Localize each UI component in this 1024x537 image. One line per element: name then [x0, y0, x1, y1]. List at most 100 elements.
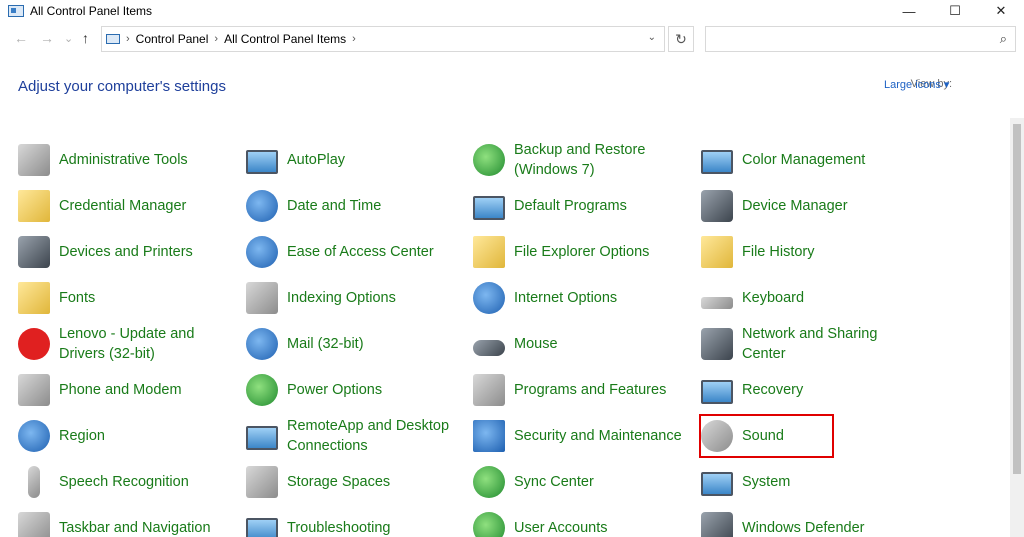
- chevron-right-icon[interactable]: ›: [352, 33, 356, 45]
- item-color-management[interactable]: Color Management: [701, 138, 922, 182]
- recovery-icon: [701, 380, 733, 404]
- item-user-accounts[interactable]: User Accounts: [473, 506, 694, 537]
- maximize-button[interactable]: ☐: [932, 0, 978, 22]
- item-label: Recovery: [742, 382, 804, 398]
- item-security-maintenance[interactable]: Security and Maintenance: [473, 414, 714, 458]
- user-accounts-icon: [473, 512, 505, 537]
- remoteapp-icon: [246, 426, 278, 450]
- item-taskbar-navigation[interactable]: Taskbar and Navigation: [18, 506, 239, 537]
- vertical-scrollbar[interactable]: [1010, 118, 1024, 537]
- item-file-history[interactable]: File History: [701, 230, 922, 274]
- item-fonts[interactable]: Fonts: [18, 276, 239, 320]
- file-history-icon: [701, 236, 733, 268]
- item-label: AutoPlay: [287, 152, 346, 168]
- search-input[interactable]: ⌕: [705, 26, 1016, 52]
- item-sync-center[interactable]: Sync Center: [473, 460, 694, 504]
- ease-of-access-icon: [246, 236, 278, 268]
- item-label: User Accounts: [514, 520, 608, 536]
- device-manager-icon: [701, 190, 733, 222]
- item-autoplay[interactable]: AutoPlay: [246, 138, 467, 182]
- item-default-programs[interactable]: Default Programs: [473, 184, 694, 228]
- sound-highlight-box: [699, 414, 834, 458]
- item-speech-recognition[interactable]: Speech Recognition: [18, 460, 239, 504]
- taskbar-navigation-icon: [18, 512, 50, 537]
- close-button[interactable]: ✕: [978, 0, 1024, 22]
- lenovo-update-icon: [18, 328, 50, 360]
- view-by-dropdown[interactable]: Large icons ▾: [884, 78, 949, 91]
- item-label: Speech Recognition: [59, 474, 189, 490]
- item-label: RemoteApp and Desktop Connections: [287, 418, 450, 454]
- up-button[interactable]: ↑: [82, 30, 89, 46]
- item-indexing-options[interactable]: Indexing Options: [246, 276, 467, 320]
- item-device-manager[interactable]: Device Manager: [701, 184, 922, 228]
- item-label: Security and Maintenance: [514, 428, 682, 444]
- item-label: Administrative Tools: [59, 152, 188, 168]
- item-internet-options[interactable]: Internet Options: [473, 276, 694, 320]
- recent-locations-button[interactable]: ⌄: [64, 32, 73, 45]
- control-panel-icon: [8, 5, 24, 17]
- item-troubleshooting[interactable]: Troubleshooting: [246, 506, 467, 537]
- item-programs-features[interactable]: Programs and Features: [473, 368, 694, 412]
- item-date-time[interactable]: Date and Time: [246, 184, 467, 228]
- address-bar[interactable]: › Control Panel › All Control Panel Item…: [101, 26, 665, 52]
- item-region[interactable]: Region: [18, 414, 239, 458]
- item-label: Backup and Restore (Windows 7): [514, 142, 646, 178]
- breadcrumb-control-panel[interactable]: Control Panel: [136, 32, 209, 46]
- item-label: Storage Spaces: [287, 474, 391, 490]
- autoplay-icon: [246, 150, 278, 174]
- mouse-icon: [473, 340, 505, 356]
- chevron-down-icon[interactable]: ⌄: [648, 32, 656, 43]
- item-file-explorer-options[interactable]: File Explorer Options: [473, 230, 694, 274]
- item-system[interactable]: System: [701, 460, 922, 504]
- navigation-bar: ← → ⌄ ↑ › Control Panel › All Control Pa…: [0, 24, 1024, 56]
- item-label: Color Management: [742, 152, 866, 168]
- item-administrative-tools[interactable]: Administrative Tools: [18, 138, 239, 182]
- refresh-button[interactable]: ↻: [668, 26, 694, 52]
- control-panel-items: Administrative Tools AutoPlay Backup and…: [0, 128, 1010, 537]
- power-options-icon: [246, 374, 278, 406]
- item-network-sharing[interactable]: Network and Sharing Center: [701, 322, 922, 366]
- item-credential-manager[interactable]: Credential Manager: [18, 184, 239, 228]
- item-label: Phone and Modem: [59, 382, 182, 398]
- item-label: Lenovo - Update and Drivers (32-bit): [59, 326, 195, 362]
- item-label: Windows Defender: [742, 520, 865, 536]
- item-label: Device Manager: [742, 198, 848, 214]
- item-mouse[interactable]: Mouse: [473, 322, 694, 366]
- item-ease-of-access[interactable]: Ease of Access Center: [246, 230, 467, 274]
- minimize-button[interactable]: —: [886, 0, 932, 22]
- item-phone-modem[interactable]: Phone and Modem: [18, 368, 239, 412]
- item-label: Fonts: [59, 290, 96, 306]
- item-keyboard[interactable]: Keyboard: [701, 276, 922, 320]
- item-power-options[interactable]: Power Options: [246, 368, 467, 412]
- forward-button[interactable]: →: [40, 30, 54, 46]
- breadcrumb-all-items[interactable]: All Control Panel Items: [224, 32, 346, 46]
- item-remoteapp[interactable]: RemoteApp and Desktop Connections: [246, 414, 467, 458]
- page-title: Adjust your computer's settings: [18, 78, 226, 95]
- item-label: Keyboard: [742, 290, 805, 306]
- item-label: Power Options: [287, 382, 383, 398]
- item-label: Credential Manager: [59, 198, 187, 214]
- keyboard-icon: [701, 297, 733, 309]
- item-label: System: [742, 474, 791, 490]
- item-label: Sync Center: [514, 474, 594, 490]
- item-devices-printers[interactable]: Devices and Printers: [18, 230, 239, 274]
- item-storage-spaces[interactable]: Storage Spaces: [246, 460, 467, 504]
- scrollbar-thumb[interactable]: [1013, 124, 1021, 474]
- item-label: Default Programs: [514, 198, 627, 214]
- internet-options-icon: [473, 282, 505, 314]
- title-bar: All Control Panel Items — ☐ ✕: [0, 0, 1024, 22]
- item-windows-defender[interactable]: Windows Defender: [701, 506, 922, 537]
- item-label: Devices and Printers: [59, 244, 193, 260]
- item-backup-restore[interactable]: Backup and Restore (Windows 7): [473, 138, 694, 182]
- item-mail[interactable]: Mail (32-bit): [246, 322, 467, 366]
- control-panel-icon: [106, 34, 120, 44]
- item-lenovo-update[interactable]: Lenovo - Update and Drivers (32-bit): [18, 322, 239, 366]
- devices-printers-icon: [18, 236, 50, 268]
- back-button[interactable]: ←: [14, 30, 28, 46]
- network-sharing-icon: [701, 328, 733, 360]
- microphone-icon: [28, 466, 40, 498]
- chevron-right-icon[interactable]: ›: [126, 33, 130, 45]
- item-recovery[interactable]: Recovery: [701, 368, 922, 412]
- phone-modem-icon: [18, 374, 50, 406]
- chevron-right-icon[interactable]: ›: [214, 33, 218, 45]
